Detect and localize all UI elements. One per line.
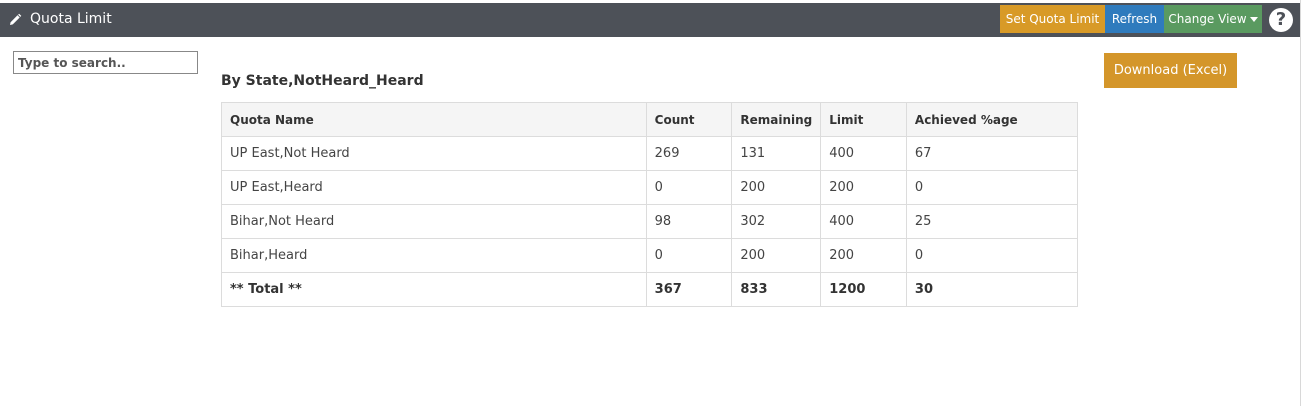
cell-count: 269 [645, 136, 733, 171]
total-count: 367 [645, 272, 733, 307]
cell-quota-name: UP East,Heard [221, 170, 647, 205]
refresh-label: Refresh [1111, 12, 1158, 26]
search-input[interactable] [13, 51, 198, 74]
pencil-icon [10, 13, 22, 25]
cell-quota-name: Bihar,Heard [221, 238, 647, 273]
download-excel-button[interactable]: Download (Excel) [1104, 53, 1237, 88]
change-view-label: Change View [1168, 12, 1247, 26]
cell-remaining: 131 [731, 136, 822, 171]
quota-table: Quota Name Count Remaining Limit Achieve… [221, 102, 1079, 307]
change-view-dropdown[interactable]: Change View [1164, 5, 1262, 33]
cell-remaining: 200 [731, 238, 822, 273]
column-header-quota-name: Quota Name [221, 102, 647, 137]
cell-count: 98 [645, 204, 733, 239]
table-total-row: ** Total ** 367 833 1200 30 [221, 272, 1079, 307]
cell-limit: 200 [820, 170, 907, 205]
column-header-remaining: Remaining [731, 102, 822, 137]
set-quota-limit-label: Set Quota Limit [1005, 12, 1100, 26]
total-achieved: 30 [905, 272, 1079, 307]
cell-count: 0 [645, 170, 733, 205]
cell-achieved: 67 [905, 136, 1079, 171]
column-header-achieved: Achieved %age [905, 102, 1079, 137]
quota-limit-panel: Quota Limit Set Quota Limit Refresh Chan… [0, 0, 1301, 406]
section-title: By State,NotHeard_Heard [221, 73, 424, 89]
cell-achieved: 0 [905, 238, 1079, 273]
help-glyph: ? [1275, 9, 1287, 30]
cell-remaining: 302 [731, 204, 822, 239]
download-excel-label: Download (Excel) [1113, 63, 1228, 78]
cell-count: 0 [645, 238, 733, 273]
table-row: UP East,Not Heard 269 131 400 67 [221, 136, 1079, 171]
table-header-row: Quota Name Count Remaining Limit Achieve… [221, 102, 1079, 137]
total-limit: 1200 [820, 272, 907, 307]
total-label: ** Total ** [221, 272, 647, 307]
caret-down-icon [1249, 17, 1258, 22]
cell-limit: 200 [820, 238, 907, 273]
cell-limit: 400 [820, 136, 907, 171]
panel-title: Quota Limit [30, 11, 112, 27]
table-row: Bihar,Not Heard 98 302 400 25 [221, 204, 1079, 239]
table-row: UP East,Heard 0 200 200 0 [221, 170, 1079, 205]
table-row: Bihar,Heard 0 200 200 0 [221, 238, 1079, 273]
cell-quota-name: Bihar,Not Heard [221, 204, 647, 239]
refresh-button[interactable]: Refresh [1105, 5, 1164, 33]
set-quota-limit-button[interactable]: Set Quota Limit [1000, 5, 1105, 33]
cell-achieved: 0 [905, 170, 1079, 205]
cell-limit: 400 [820, 204, 907, 239]
column-header-count: Count [645, 102, 733, 137]
column-header-limit: Limit [820, 102, 907, 137]
cell-quota-name: UP East,Not Heard [221, 136, 647, 171]
total-remaining: 833 [731, 272, 822, 307]
cell-remaining: 200 [731, 170, 822, 205]
title-bar: Quota Limit Set Quota Limit Refresh Chan… [0, 3, 1300, 37]
help-icon[interactable]: ? [1269, 8, 1293, 32]
cell-achieved: 25 [905, 204, 1079, 239]
